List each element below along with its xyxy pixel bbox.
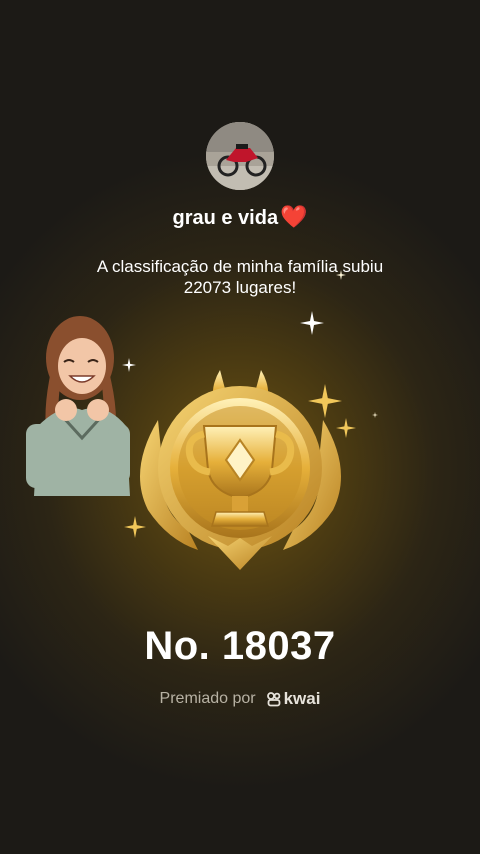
message-line-2: 22073 lugares!: [183, 278, 297, 297]
kwai-brand-text: kwai: [283, 689, 321, 708]
avatar[interactable]: [206, 122, 274, 190]
heart-icon: ❤️: [280, 204, 308, 229]
awarded-by: Premiado por kwai: [0, 689, 480, 709]
username[interactable]: grau e vida❤️: [0, 204, 480, 230]
message-line-1: A classificação de minha família subiu: [96, 257, 384, 276]
kwai-logo-icon: [266, 692, 280, 707]
awarded-by-label: Premiado por: [159, 690, 256, 707]
sparkle-icon: [336, 270, 346, 280]
kwai-logo: kwai: [266, 689, 321, 709]
avatar-motorcycle-photo: [206, 122, 274, 190]
rank-number: No. 18037: [144, 624, 336, 668]
sparkle-icon: [372, 412, 378, 418]
rank-up-message: A classificação de minha família subiu 2…: [60, 256, 420, 298]
girl-sticker: [26, 316, 130, 496]
sparkle-icon: [300, 311, 324, 335]
username-text: grau e vida: [172, 207, 279, 229]
trophy-badge-icon: [140, 370, 341, 570]
